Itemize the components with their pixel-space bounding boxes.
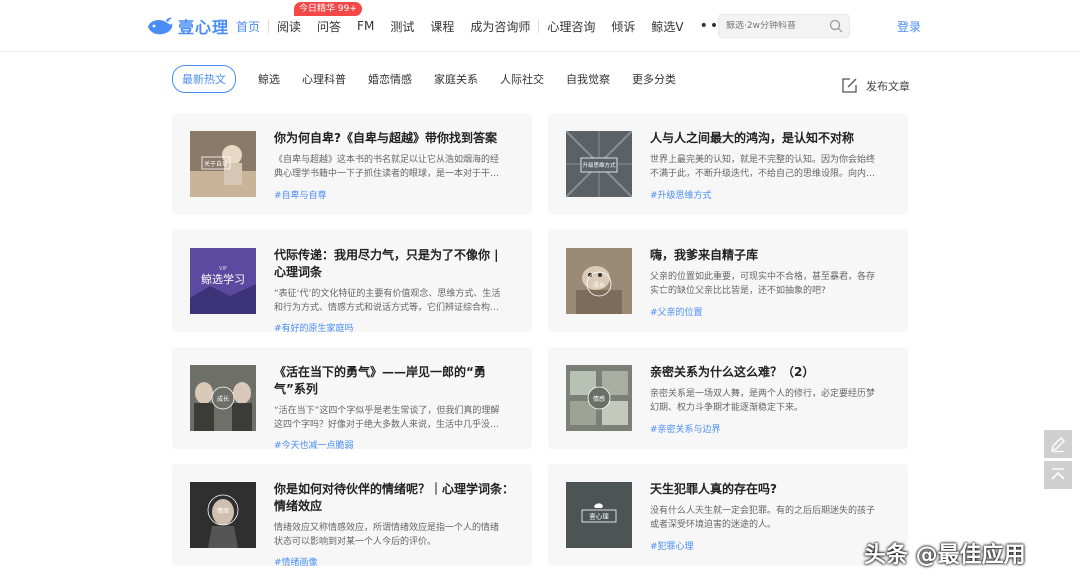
publish-article-label: 发布文章 (866, 79, 910, 93)
article-thumbnail: VIP 鲸选学习 (190, 248, 256, 314)
article-summary: 世界上最完美的认知，就是不完整的认知。因为你会始终不满于此，不断升级迭代，不给自… (650, 155, 876, 179)
thumbnail-caption: 情感 (593, 395, 605, 403)
article-summary: 情绪效应又称情感效应，所谓情绪效应是指一个人的情绪状态可以影响到对某一个人今后的… (274, 523, 500, 547)
article-card[interactable]: 成长 嗨，我爹来自精子库 父亲的位置如此重要，可现实中不合格，甚至暴君，各存实亡… (548, 230, 908, 332)
article-card[interactable]: 情绪 你是如何对待伙伴的情绪呢？｜心理学词条：情绪效应 情绪效应又称情感效应，所… (172, 464, 532, 568)
article-tag[interactable]: #父亲的位置 (650, 305, 703, 318)
nav-item-home[interactable]: 首页 (236, 18, 260, 35)
article-thumbnail: 成长 (190, 365, 256, 431)
watermark-text: 头条 @最佳应用 (864, 543, 1026, 568)
article-tag[interactable]: #有好的原生家庭吗 (274, 321, 354, 334)
tab-love-marriage[interactable]: 婚恋情感 (368, 71, 412, 87)
article-tag[interactable]: #今天也减一点脆弱 (274, 438, 354, 451)
nav-item-test[interactable]: 测试 (390, 18, 414, 35)
article-summary: 父亲的位置如此重要，可现实中不合格，甚至暴君，各存实亡的缺位父亲比比皆是，还不如… (650, 272, 876, 296)
arrow-up-icon (1051, 468, 1065, 480)
article-title[interactable]: 代际传递：我用尽力气，只是为了不像你 | 心理词条 (274, 247, 514, 281)
thumbnail-caption: 壹心理 (589, 512, 609, 521)
tab-family[interactable]: 家庭关系 (434, 71, 478, 87)
article-title[interactable]: 人与人之间最大的鸿沟，是认知不对称 (650, 130, 890, 147)
article-card[interactable]: 壹心理 天生犯罪人真的存在吗? 没有什么人天生就一定会犯罪。有的之后后期迷失的孩… (548, 464, 908, 566)
search-icon[interactable] (829, 19, 843, 33)
thumbnail-caption: 成长 (593, 281, 605, 289)
nav-item-reading[interactable]: 阅读 (277, 18, 301, 35)
search-box (718, 14, 850, 38)
nav-item-confide[interactable]: 倾诉 (611, 18, 635, 35)
whale-logo-icon (148, 17, 173, 35)
floating-edit-button[interactable] (1044, 430, 1072, 458)
nav-item-jingxuan-v[interactable]: 鲸选V (651, 18, 683, 35)
article-thumbnail: 升级思维方式 (566, 131, 632, 197)
article-title[interactable]: 你为何自卑?《自卑与超越》带你找到答案 (274, 130, 514, 147)
nav-divider (268, 19, 270, 33)
article-card[interactable]: 情感 亲密关系为什么这么难？（2） 亲密关系是一场双人舞，是两个人的修行，必定要… (548, 347, 908, 449)
article-summary: 《自卑与超越》这本书的书名就足以让它从浩如烟海的经典心理学书籍中一下子抓住读者的… (274, 155, 500, 179)
article-thumbnail: 壹心理 (566, 482, 632, 548)
nav-item-courses[interactable]: 课程 (430, 18, 454, 35)
tab-jingxuan[interactable]: 鲸选 (258, 71, 280, 87)
publish-article-button[interactable]: 发布文章 (841, 77, 910, 94)
article-title[interactable]: 亲密关系为什么这么难？（2） (650, 364, 890, 381)
main-nav: 首页 阅读 问答 FM 测试 课程 成为咨询师 心理咨询 倾诉 鲸选V ••• (236, 0, 750, 52)
logo-text: 壹心理 (178, 18, 230, 37)
tab-latest[interactable]: 最新热文 (172, 65, 236, 93)
thumbnail-caption: 成长 (217, 395, 229, 403)
nav-item-qa[interactable]: 问答 (317, 18, 341, 35)
article-card[interactable]: 关于自卑 你为何自卑?《自卑与超越》带你找到答案 《自卑与超越》这本书的书名就足… (172, 113, 532, 215)
article-tag[interactable]: #升级思维方式 (650, 188, 712, 201)
article-thumbnail: 成长 (566, 248, 632, 314)
category-tabs: 最新热文 鲸选 心理科普 婚恋情感 家庭关系 人际社交 自我觉察 更多分类 (172, 65, 698, 93)
article-summary: “活在当下”这四个字似乎是老生常谈了，但我们真的理解这四个字吗？好像对于绝大多数… (274, 406, 500, 430)
tab-social[interactable]: 人际社交 (500, 71, 544, 87)
login-link[interactable]: 登录 (897, 18, 921, 35)
thumbnail-caption: 情绪 (217, 507, 229, 515)
article-title[interactable]: 你是如何对待伙伴的情绪呢？｜心理学词条：情绪效应 (274, 481, 514, 515)
article-tag[interactable]: #亲密关系与边界 (650, 422, 721, 435)
thumbnail-caption: 关于自卑 (204, 160, 228, 168)
article-tag[interactable]: #犯罪心理 (650, 539, 694, 552)
edit-icon (842, 78, 857, 93)
article-summary: 亲密关系是一场双人舞，是两个人的修行，必定要经历梦幻期、权力斗争期才能逐渐稳定下… (650, 389, 876, 413)
article-title[interactable]: 天生犯罪人真的存在吗? (650, 481, 890, 498)
thumbnail-caption: 鲸选学习 (201, 272, 245, 286)
article-card[interactable]: 升级思维方式 人与人之间最大的鸿沟，是认知不对称 世界上最完美的认知，就是不完整… (548, 113, 908, 215)
article-thumbnail: 情绪 (190, 482, 256, 548)
article-summary: 没有什么人天生就一定会犯罪。有的之后后期迷失的孩子或者深受环境迫害的迷途的人。 (650, 506, 876, 530)
site-logo[interactable]: 壹心理 (146, 13, 229, 39)
tab-more-categories[interactable]: 更多分类 (632, 71, 676, 87)
article-thumbnail: 关于自卑 (190, 131, 256, 197)
article-thumbnail: 情感 (566, 365, 632, 431)
nav-item-counseling[interactable]: 心理咨询 (547, 18, 595, 35)
article-title[interactable]: 《活在当下的勇气》——岸见一郎的“勇气”系列 (274, 364, 514, 398)
pencil-icon (1051, 437, 1065, 453)
thumbnail-badge: VIP (219, 266, 227, 272)
article-card[interactable]: 成长 《活在当下的勇气》——岸见一郎的“勇气”系列 “活在当下”这四个字似乎是老… (172, 347, 532, 451)
thumbnail-caption: 升级思维方式 (582, 161, 616, 169)
article-title[interactable]: 嗨，我爹来自精子库 (650, 247, 890, 264)
article-tag[interactable]: #自卑与自尊 (274, 188, 327, 201)
article-summary: “表征‘代’的文化特征的主要有价值观念、思维方式、生活和行为方式、情感方式和说话… (274, 289, 501, 313)
nav-divider (538, 19, 540, 33)
tab-psych-science[interactable]: 心理科普 (302, 71, 346, 87)
top-navigation-bar: 壹心理 今日精华 99+ 首页 阅读 问答 FM 测试 课程 成为咨询师 心理咨… (0, 0, 1080, 52)
article-card[interactable]: VIP 鲸选学习 代际传递：我用尽力气，只是为了不像你 | 心理词条 “表征‘代… (172, 230, 532, 334)
search-input[interactable] (719, 21, 819, 31)
tab-self-awareness[interactable]: 自我觉察 (566, 71, 610, 87)
nav-item-fm[interactable]: FM (357, 19, 374, 33)
nav-item-become-counselor[interactable]: 成为咨询师 (470, 18, 530, 35)
article-tag[interactable]: #情绪画像 (274, 555, 318, 568)
back-to-top-button[interactable] (1044, 461, 1072, 489)
